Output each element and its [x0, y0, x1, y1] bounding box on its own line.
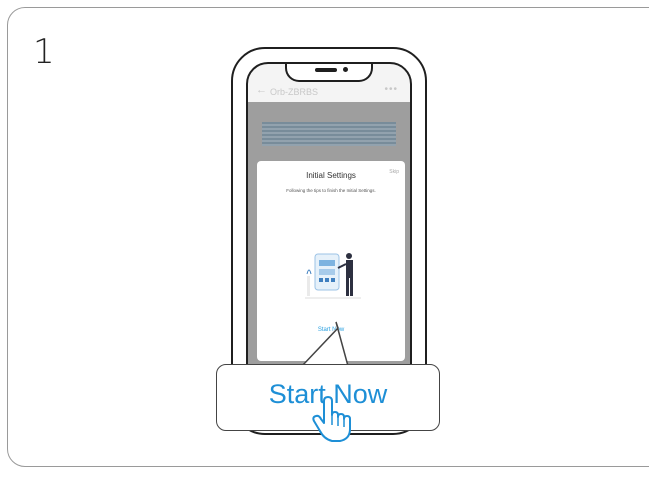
device-name: Orb-ZBRBS — [270, 87, 319, 97]
arrow-left-icon[interactable]: ← — [256, 84, 267, 96]
camera-icon — [343, 67, 348, 72]
callout-pointer — [301, 321, 349, 367]
dialog-title: Initial Settings — [306, 171, 356, 180]
setup-illustration — [305, 253, 361, 299]
speaker-icon — [315, 68, 337, 72]
hand-pointer-icon — [312, 396, 351, 442]
app-header: ← Orb-ZBRBS ••• — [248, 82, 410, 102]
step-number: 1 — [33, 32, 55, 72]
phone-notch — [285, 64, 373, 82]
dialog-tip: Following the tips to finish the Initial… — [286, 188, 376, 193]
more-icon[interactable]: ••• — [384, 84, 398, 95]
blind-image — [262, 122, 396, 146]
skip-link[interactable]: Skip — [389, 169, 399, 175]
